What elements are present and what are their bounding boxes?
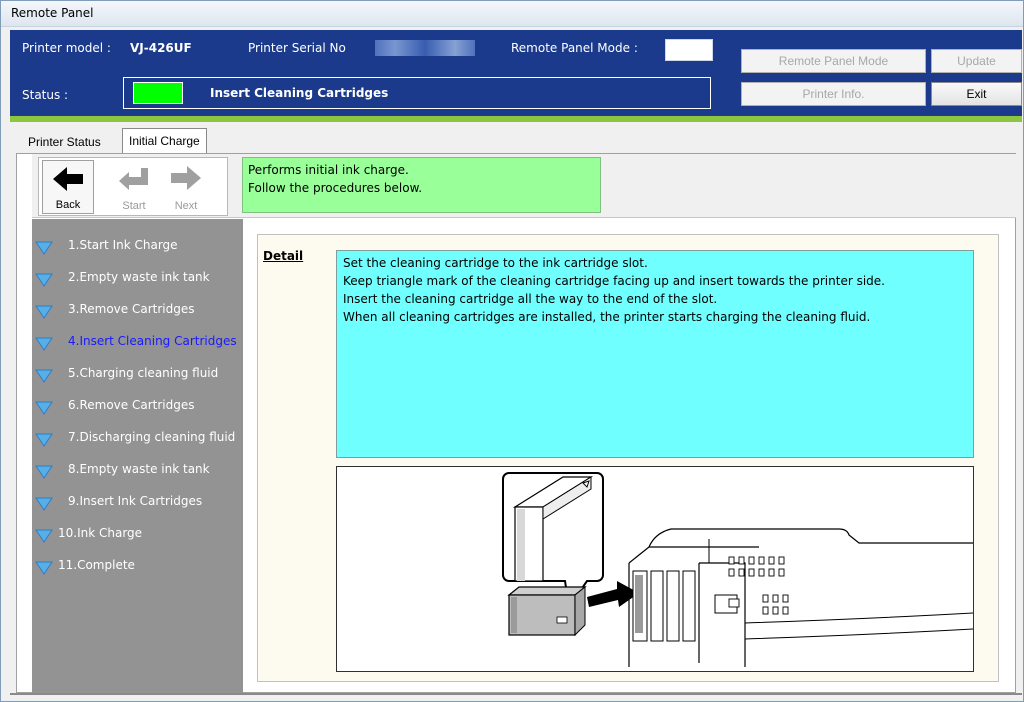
- arrow-right-icon: [171, 166, 201, 190]
- status-label: Status :: [22, 88, 69, 102]
- instruction-line-1: Performs initial ink charge.: [248, 163, 409, 177]
- step-label: 5.Charging cleaning fluid: [68, 366, 219, 380]
- step-label: 11.Complete: [58, 558, 135, 572]
- triangle-down-icon: [35, 529, 53, 543]
- step-item: 3.Remove Cartridges: [32, 300, 243, 320]
- step-item: 7.Discharging cleaning fluid: [32, 428, 243, 448]
- step-label: 4.Insert Cleaning Cartridges: [68, 334, 237, 348]
- step-item-current: 4.Insert Cleaning Cartridges: [32, 332, 243, 352]
- start-button[interactable]: Start: [108, 160, 160, 214]
- triangle-down-icon: [35, 273, 53, 287]
- step-item: 8.Empty waste ink tank: [32, 460, 243, 480]
- triangle-down-icon: [35, 465, 53, 479]
- exit-button[interactable]: Exit: [931, 82, 1022, 106]
- triangle-down-icon: [35, 241, 53, 255]
- step-item: 9.Insert Ink Cartridges: [32, 492, 243, 512]
- step-label: 6.Remove Cartridges: [68, 398, 195, 412]
- triangle-down-icon: [35, 401, 53, 415]
- triangle-down-icon: [35, 497, 53, 511]
- step-label: 7.Discharging cleaning fluid: [68, 430, 236, 444]
- detail-line: Insert the cleaning cartridge all the wa…: [343, 292, 718, 306]
- return-arrow-icon: [119, 168, 148, 190]
- step-item: 1.Start Ink Charge: [32, 236, 243, 256]
- printer-info-button[interactable]: Printer Info.: [741, 82, 926, 106]
- printer-model-label: Printer model :: [22, 41, 111, 55]
- serial-number-redacted: [375, 40, 475, 56]
- detail-line: Set the cleaning cartridge to the ink ca…: [343, 256, 648, 270]
- tab-initial-charge[interactable]: Initial Charge: [122, 128, 207, 154]
- detail-text-box: Set the cleaning cartridge to the ink ca…: [336, 250, 974, 458]
- update-button[interactable]: Update: [931, 49, 1022, 73]
- detail-label: Detail: [263, 249, 304, 263]
- step-label: 9.Insert Ink Cartridges: [68, 494, 203, 508]
- detail-line: When all cleaning cartridges are install…: [343, 310, 871, 324]
- steps-sidebar: 1.Start Ink Charge 2.Empty waste ink tan…: [32, 219, 243, 693]
- status-bar-line: [10, 693, 1022, 695]
- step-item: 6.Remove Cartridges: [32, 396, 243, 416]
- back-label: Back: [55, 199, 81, 211]
- triangle-down-icon: [35, 433, 53, 447]
- step-label: 3.Remove Cartridges: [68, 302, 195, 316]
- step-item: 2.Empty waste ink tank: [32, 268, 243, 288]
- remote-panel-mode-indicator: [665, 39, 713, 61]
- instruction-box: Performs initial ink charge. Follow the …: [242, 157, 601, 213]
- status-indicator: [133, 82, 183, 104]
- status-value: Insert Cleaning Cartridges: [210, 86, 389, 100]
- header-accent-line: [10, 116, 1022, 122]
- step-item: 10.Ink Charge: [32, 524, 243, 544]
- triangle-down-icon: [35, 305, 53, 319]
- back-button[interactable]: Back: [42, 160, 94, 214]
- remote-panel-mode-label: Remote Panel Mode :: [511, 41, 638, 55]
- step-label: 8.Empty waste ink tank: [68, 462, 210, 476]
- step-label: 10.Ink Charge: [58, 526, 143, 540]
- triangle-down-icon: [35, 337, 53, 351]
- remote-panel-mode-button[interactable]: Remote Panel Mode: [741, 49, 926, 73]
- window-title: Remote Panel: [1, 1, 1023, 27]
- next-button[interactable]: Next: [160, 160, 212, 214]
- triangle-down-icon: [35, 561, 53, 575]
- tab-printer-status[interactable]: Printer Status: [22, 130, 107, 154]
- detail-line: Keep triangle mark of the cleaning cartr…: [343, 274, 885, 288]
- step-label: 2.Empty waste ink tank: [68, 270, 210, 284]
- cleaning-cartridge-insertion-image: [502, 472, 974, 667]
- serial-label: Printer Serial No: [248, 41, 346, 55]
- next-label: Next: [174, 200, 198, 212]
- arrow-left-icon: [53, 167, 83, 191]
- step-item: 5.Charging cleaning fluid: [32, 364, 243, 384]
- cartridge-illustration: [336, 466, 974, 672]
- step-item: 11.Complete: [32, 556, 243, 576]
- start-label: Start: [122, 200, 146, 212]
- step-label: 1.Start Ink Charge: [68, 238, 178, 252]
- printer-model-value: VJ-426UF: [130, 41, 192, 55]
- triangle-down-icon: [35, 369, 53, 383]
- instruction-line-2: Follow the procedures below.: [248, 181, 423, 195]
